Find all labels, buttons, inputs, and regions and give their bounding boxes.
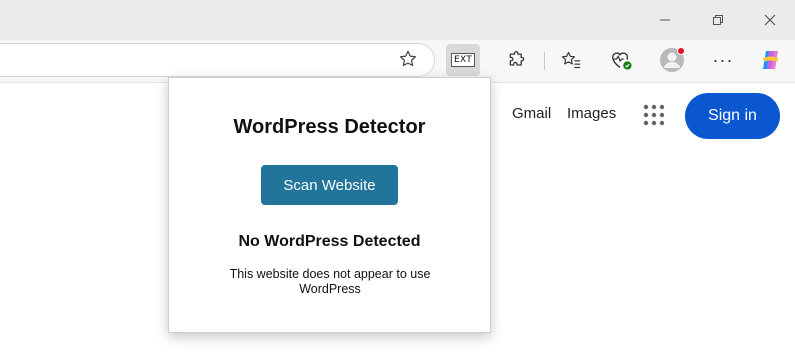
favorite-button[interactable] xyxy=(395,46,421,72)
puzzle-icon xyxy=(509,51,525,66)
extension-label: EXT xyxy=(450,53,476,67)
close-button[interactable] xyxy=(747,6,793,34)
browser-health-icon xyxy=(612,52,632,70)
copilot-icon xyxy=(762,51,779,69)
close-icon xyxy=(764,14,776,26)
copilot-button[interactable] xyxy=(754,44,788,76)
result-message: This website does not appear to use Word… xyxy=(229,267,431,296)
more-button[interactable]: ··· xyxy=(706,44,740,76)
extension-popup: WordPress Detector Scan Website No WordP… xyxy=(168,77,491,333)
toolbar-divider xyxy=(544,52,545,70)
browser-toolbar: EXT ··· xyxy=(0,40,795,82)
more-icon: ··· xyxy=(712,49,734,70)
favorites-icon xyxy=(561,51,581,69)
images-link[interactable]: Images xyxy=(567,105,616,122)
minimize-button[interactable] xyxy=(642,6,688,34)
extension-button[interactable]: EXT xyxy=(446,44,480,76)
restore-button[interactable] xyxy=(695,6,741,34)
result-title: No WordPress Detected xyxy=(238,233,421,250)
popup-title: WordPress Detector xyxy=(233,116,426,138)
apps-grid-icon xyxy=(643,104,665,126)
minimize-icon xyxy=(660,19,670,21)
profile-button[interactable] xyxy=(655,44,689,76)
sign-in-button[interactable]: Sign in xyxy=(685,93,780,139)
browser-health-button[interactable] xyxy=(604,44,638,76)
star-icon xyxy=(399,50,417,67)
gmail-link[interactable]: Gmail xyxy=(512,105,551,122)
google-apps-button[interactable] xyxy=(642,103,666,127)
address-bar[interactable] xyxy=(0,43,435,77)
scan-website-button[interactable]: Scan Website xyxy=(261,165,398,205)
restore-icon xyxy=(713,15,723,25)
extensions-menu-button[interactable] xyxy=(500,44,534,76)
title-bar xyxy=(0,0,795,40)
favorites-button[interactable] xyxy=(554,44,588,76)
profile-avatar xyxy=(660,47,685,72)
